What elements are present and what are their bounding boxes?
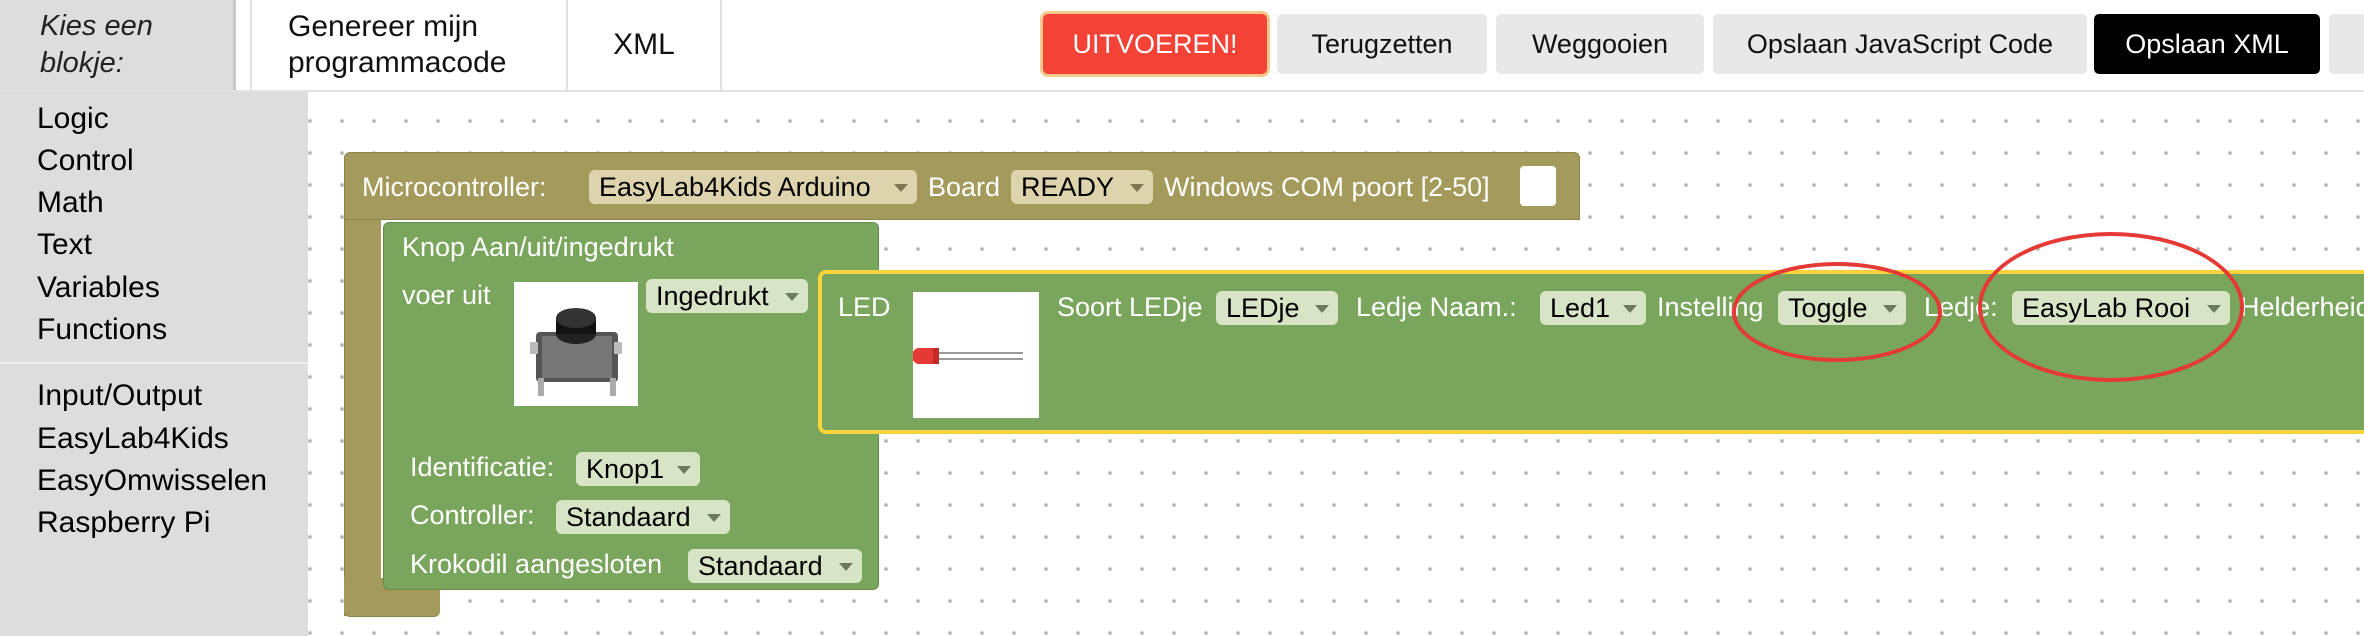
identification-dropdown[interactable]: Knop1 bbox=[576, 452, 700, 486]
port-label: Windows COM poort [2-50] bbox=[1164, 172, 1490, 202]
annotation-circle-setting bbox=[1732, 262, 1942, 362]
statement-connector bbox=[1520, 166, 1556, 206]
toolbox-item-logic[interactable]: Logic bbox=[37, 102, 109, 136]
crocodile-dropdown[interactable]: Standaard bbox=[688, 549, 862, 583]
do-label: voer uit bbox=[402, 280, 491, 310]
button-state-dropdown[interactable]: Ingedrukt bbox=[646, 279, 808, 313]
chevron-down-icon bbox=[707, 514, 721, 522]
tab-generate-code[interactable]: Genereer mijn programmacode bbox=[250, 0, 568, 90]
led-type-dropdown[interactable]: LEDje bbox=[1216, 291, 1338, 325]
board-dropdown-value: EasyLab4Kids Arduino bbox=[599, 172, 871, 202]
led-type-label: Soort LEDje bbox=[1057, 292, 1203, 322]
board-dropdown[interactable]: EasyLab4Kids Arduino bbox=[589, 170, 917, 204]
toolbox-item-control[interactable]: Control bbox=[37, 144, 134, 178]
led-name-value: Led1 bbox=[1550, 293, 1611, 323]
crocodile-label: Krokodil aangesloten bbox=[410, 549, 663, 579]
toolbox-item-raspberry-pi[interactable]: Raspberry Pi bbox=[37, 506, 210, 540]
toolbox-item-easyomwisselen[interactable]: EasyOmwisselen bbox=[37, 464, 267, 498]
controller-dropdown[interactable]: Standaard bbox=[556, 500, 730, 534]
button-block-title: Knop Aan/uit/ingedrukt bbox=[402, 232, 674, 262]
chevron-down-icon bbox=[839, 563, 853, 571]
led-image bbox=[912, 292, 1039, 418]
button-state-value: Ingedrukt bbox=[656, 281, 769, 311]
status-dropdown-value: READY bbox=[1021, 172, 1115, 202]
led-name-dropdown[interactable]: Led1 bbox=[1540, 291, 1646, 325]
led-type-value: LEDje bbox=[1226, 293, 1300, 323]
push-button-image bbox=[514, 282, 638, 406]
chevron-down-icon bbox=[1623, 305, 1637, 313]
controller-value: Standaard bbox=[566, 502, 691, 532]
run-button[interactable]: UITVOEREN! bbox=[1043, 14, 1267, 74]
brightness-label: Helderheid bbox=[2240, 292, 2364, 322]
tab-xml[interactable]: XML bbox=[566, 0, 722, 90]
toolbox-item-variables[interactable]: Variables bbox=[37, 271, 160, 305]
discard-button[interactable]: Weggooien bbox=[1496, 14, 1704, 74]
toolbox-item-text[interactable]: Text bbox=[37, 228, 92, 262]
annotation-circle-ledje bbox=[1978, 232, 2244, 382]
toolbox-header: Kies een blokje: bbox=[0, 0, 236, 90]
chevron-down-icon bbox=[894, 184, 908, 192]
crocodile-value: Standaard bbox=[698, 551, 823, 581]
toolbox-item-math[interactable]: Math bbox=[37, 186, 104, 220]
tab-xml-label: XML bbox=[613, 28, 675, 61]
led-name-label: Ledje Naam.: bbox=[1356, 292, 1517, 322]
board-label: Board bbox=[928, 172, 1001, 202]
tab-generate-code-label: Genereer mijn programmacode bbox=[288, 10, 507, 79]
toolbox: Logic Control Math Text Variables Functi… bbox=[0, 92, 308, 636]
identification-label: Identificatie: bbox=[410, 452, 555, 482]
led-block-title: LED bbox=[838, 292, 891, 322]
top-toolbar: Kies een blokje: Genereer mijn programma… bbox=[0, 0, 2364, 92]
chevron-down-icon bbox=[785, 293, 799, 301]
status-dropdown[interactable]: READY bbox=[1011, 170, 1153, 204]
identification-value: Knop1 bbox=[586, 454, 665, 484]
chevron-down-icon bbox=[1315, 305, 1329, 313]
toolbox-item-functions[interactable]: Functions bbox=[37, 313, 167, 347]
chevron-down-icon bbox=[677, 466, 691, 474]
save-xml-button[interactable]: Opslaan XML bbox=[2094, 14, 2320, 74]
more-button[interactable] bbox=[2329, 14, 2364, 74]
microcontroller-label: Microcontroller: bbox=[362, 172, 547, 202]
reset-button[interactable]: Terugzetten bbox=[1277, 14, 1487, 74]
toolbox-item-input-output[interactable]: Input/Output bbox=[37, 379, 202, 413]
save-javascript-button[interactable]: Opslaan JavaScript Code bbox=[1713, 14, 2087, 74]
microcontroller-block-side bbox=[344, 220, 381, 616]
chevron-down-icon bbox=[1130, 184, 1144, 192]
toolbox-header-label: Kies een blokje: bbox=[40, 10, 153, 79]
controller-label: Controller: bbox=[410, 500, 535, 530]
toolbox-item-easylab4kids[interactable]: EasyLab4Kids bbox=[37, 422, 229, 456]
toolbox-divider bbox=[0, 362, 308, 364]
